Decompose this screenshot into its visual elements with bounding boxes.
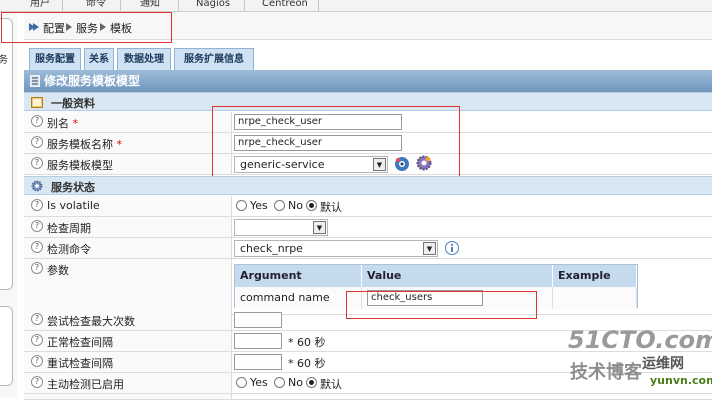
- check-command-select[interactable]: check_nrpe ▼: [234, 240, 438, 257]
- nav-users[interactable]: 用户: [30, 0, 50, 10]
- form-title: 修改服务模板模型: [44, 74, 141, 88]
- nav-notifications[interactable]: 通知: [140, 0, 160, 10]
- retry-interval-unit: * 60 秒: [288, 357, 326, 370]
- left-menu-panel-lower: [0, 306, 13, 386]
- left-menu-partial-label[interactable]: 务: [0, 51, 8, 66]
- tab-service-config[interactable]: 服务配置: [29, 48, 81, 70]
- args-cell-argument: command name: [235, 287, 362, 309]
- chevron-down-icon[interactable]: ▼: [423, 242, 436, 255]
- left-menu-panel: 务: [0, 18, 13, 290]
- help-icon[interactable]: ?: [31, 262, 43, 274]
- help-icon[interactable]: ?: [31, 241, 43, 253]
- nav-commands[interactable]: 命令: [86, 0, 106, 10]
- nav-centreon[interactable]: Centreon: [262, 0, 308, 10]
- folder-icon: [31, 97, 43, 108]
- help-icon[interactable]: ?: [31, 136, 43, 148]
- check-period-label: 检查周期: [47, 222, 91, 235]
- form-header: 修改服务模板模型: [24, 70, 712, 92]
- args-cell-example: [553, 287, 637, 309]
- section-general-title: 一般资料: [51, 97, 95, 110]
- active-checks-label: 主动检测已启用: [47, 378, 124, 391]
- args-header-example: Example: [553, 265, 637, 287]
- gear-icon: [31, 180, 43, 192]
- active-checks-no-radio[interactable]: [274, 377, 285, 388]
- chevron-down-icon[interactable]: ▼: [313, 221, 326, 234]
- check-command-value: check_nrpe: [240, 242, 303, 255]
- highlight-box: [1, 12, 172, 43]
- args-header-value: Value: [362, 265, 553, 287]
- nav-nagios[interactable]: Nagios: [196, 0, 230, 10]
- highlight-box: [212, 106, 460, 180]
- watermark-sub: 技术博客: [570, 362, 642, 383]
- yes-label: Yes: [250, 376, 268, 389]
- help-icon[interactable]: ?: [31, 220, 43, 232]
- no-label: No: [288, 199, 303, 212]
- watermark: 51CTO.com 技术博客 运维网 yunvn.com: [546, 322, 712, 398]
- retry-interval-input[interactable]: [234, 354, 282, 370]
- row-check-command: ? 检测命令 check_nrpe ▼: [24, 238, 712, 259]
- section-status: 服务状态: [24, 176, 712, 195]
- check-command-label: 检测命令: [47, 243, 91, 256]
- watermark-site-label: 运维网: [642, 356, 684, 372]
- top-navigation: 用户 命令 通知 Nagios Centreon: [0, 0, 712, 12]
- normal-interval-unit: * 60 秒: [288, 336, 326, 349]
- help-icon[interactable]: ?: [31, 115, 43, 127]
- row-check-period: ? 检查周期 ▼: [24, 217, 712, 238]
- default-label: 默认: [320, 201, 342, 214]
- help-icon[interactable]: ?: [31, 334, 43, 346]
- template-model-label: 服务模板模型: [47, 159, 113, 172]
- is-volatile-yes-radio[interactable]: [236, 200, 247, 211]
- required-marker: *: [116, 138, 123, 151]
- template-name-label: 服务模板名称: [47, 138, 113, 151]
- active-checks-default-radio[interactable]: [306, 377, 317, 388]
- help-icon[interactable]: ?: [31, 199, 43, 211]
- help-icon[interactable]: ?: [31, 157, 43, 169]
- alias-label: 别名: [47, 117, 69, 130]
- info-icon[interactable]: [444, 240, 460, 256]
- active-checks-yes-radio[interactable]: [236, 377, 247, 388]
- row-is-volatile: ? Is volatile Yes No 默认: [24, 196, 712, 217]
- retry-interval-label: 重试检查间隔: [47, 357, 113, 370]
- help-icon[interactable]: ?: [31, 313, 43, 325]
- help-icon[interactable]: ?: [31, 355, 43, 367]
- watermark-brand: 51CTO.com: [568, 326, 712, 354]
- tab-extended-info[interactable]: 服务扩展信息: [174, 48, 254, 70]
- tab-data-processing[interactable]: 数据处理: [117, 48, 171, 70]
- tab-relations[interactable]: 关系: [84, 48, 114, 70]
- args-header-argument: Argument: [235, 265, 362, 287]
- yes-label: Yes: [250, 199, 268, 212]
- no-label: No: [288, 376, 303, 389]
- default-label: 默认: [320, 378, 342, 391]
- watermark-site: yunvn.com: [650, 374, 712, 387]
- is-volatile-default-radio[interactable]: [306, 200, 317, 211]
- form-icon: [30, 75, 40, 87]
- max-attempts-input[interactable]: [234, 312, 282, 328]
- normal-interval-input[interactable]: [234, 333, 282, 349]
- args-label: 参数: [47, 264, 69, 277]
- help-icon[interactable]: ?: [31, 376, 43, 388]
- check-period-select[interactable]: ▼: [234, 219, 328, 236]
- normal-interval-label: 正常检查间隔: [47, 336, 113, 349]
- section-status-title: 服务状态: [51, 181, 95, 194]
- is-volatile-no-radio[interactable]: [274, 200, 285, 211]
- required-marker: *: [72, 117, 79, 130]
- max-attempts-label: 尝试检查最大次数: [47, 315, 135, 328]
- is-volatile-label: Is volatile: [47, 199, 100, 212]
